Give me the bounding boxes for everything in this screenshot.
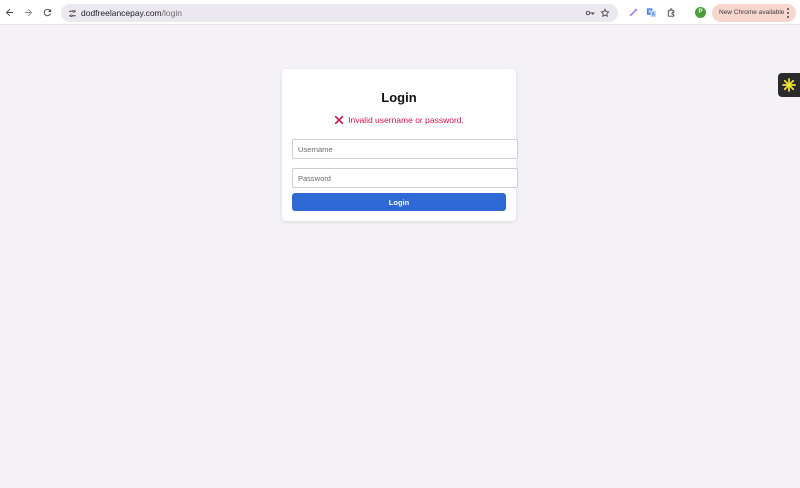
translate-icon	[646, 8, 657, 18]
arrow-left-icon	[5, 8, 14, 17]
tune-icon	[68, 9, 76, 17]
puzzle-icon	[667, 8, 675, 17]
address-bar[interactable]: dodfreelancepay.com/login	[61, 4, 618, 22]
password-manager-button[interactable]	[584, 7, 596, 19]
bookmark-button[interactable]	[599, 7, 611, 19]
password-input[interactable]	[292, 168, 518, 188]
profile-avatar[interactable]: P	[695, 7, 706, 18]
chrome-update-button[interactable]: New Chrome available	[712, 4, 796, 22]
x-mark-icon	[334, 115, 344, 125]
error-message: Invalid username or password.	[348, 115, 464, 125]
url-path: /login	[161, 8, 182, 18]
reload-button[interactable]	[40, 5, 55, 20]
error-message-row: Invalid username or password.	[282, 115, 516, 125]
extensions-button[interactable]	[665, 6, 678, 19]
login-button[interactable]: Login	[292, 193, 506, 211]
chrome-update-label: New Chrome available	[719, 9, 785, 16]
more-vert-icon[interactable]	[784, 7, 792, 19]
translate-button[interactable]	[645, 6, 658, 19]
key-icon	[585, 10, 595, 16]
url-host: dodfreelancepay.com	[81, 8, 162, 18]
asterisk-icon	[782, 78, 796, 92]
arrow-right-icon	[24, 8, 33, 17]
url-text: dodfreelancepay.com/login	[81, 7, 182, 19]
extension-floating-button[interactable]	[778, 73, 800, 97]
back-button[interactable]	[2, 5, 17, 20]
pen-icon	[629, 8, 638, 17]
login-card: Login Invalid username or password. Logi…	[282, 69, 518, 221]
login-title: Login	[381, 90, 417, 105]
site-info-button[interactable]	[66, 7, 78, 19]
username-input[interactable]	[292, 139, 518, 159]
browser-toolbar: dodfreelancepay.com/login P New Chrome a…	[0, 0, 800, 25]
star-icon	[600, 8, 610, 18]
forward-button[interactable]	[21, 5, 36, 20]
reload-icon	[43, 8, 52, 17]
pen-extension-button[interactable]	[627, 6, 640, 19]
